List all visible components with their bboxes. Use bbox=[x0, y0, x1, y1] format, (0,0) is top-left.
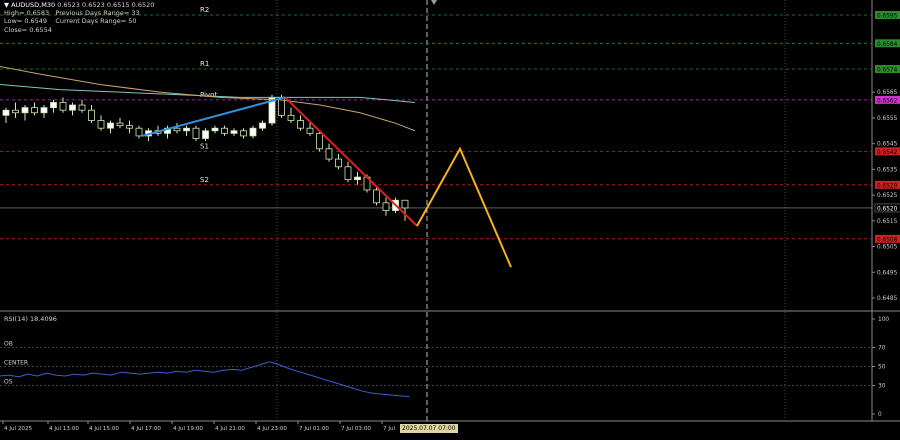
shift-marker-icon[interactable] bbox=[431, 0, 437, 5]
price-level-tag-text: 0.6542 bbox=[877, 150, 898, 156]
time-axis-label: 4 Jul 2025 bbox=[4, 426, 33, 432]
symbol-info-panel: ▼ AUDUSD,M30 0.6523 0.6523 0.6515 0.6520… bbox=[4, 1, 154, 34]
price-tick-label: 0.6545 bbox=[877, 142, 898, 148]
candle-body bbox=[116, 122, 124, 127]
candle-body bbox=[78, 104, 86, 111]
symbol-name: AUDUSD,M30 bbox=[11, 1, 56, 9]
candle-body bbox=[373, 189, 380, 204]
price-tick-label: 0.6505 bbox=[877, 245, 898, 251]
candle-body bbox=[287, 114, 295, 121]
time-axis-label: 4 Jul 23:00 bbox=[257, 426, 287, 432]
candle-body bbox=[259, 122, 266, 129]
candle-body bbox=[88, 109, 95, 121]
rsi-label: RSI(14) 18.4096 bbox=[4, 315, 57, 323]
candle-body bbox=[173, 127, 181, 132]
pivot-level-label: R2 bbox=[200, 6, 209, 14]
price-level-tag-text: 0.6584 bbox=[877, 42, 898, 48]
candle-body bbox=[401, 199, 409, 209]
price-tick-label: 0.6485 bbox=[877, 296, 898, 302]
candle-body bbox=[31, 107, 38, 114]
candle-body bbox=[21, 107, 29, 114]
candle-body bbox=[297, 120, 304, 129]
close-text: Close= 0.6554 bbox=[4, 25, 52, 34]
candle-body bbox=[202, 130, 209, 139]
downtrend-line[interactable] bbox=[284, 96, 418, 227]
price-chart-svg[interactable]: 0.6565 0.6555 0.6545 0.6535 0.6525 0.6515 0.65… bbox=[0, 0, 900, 438]
price-level-tag-text: 0.6508 bbox=[877, 237, 898, 243]
time-axis-label: 4 Jul 13:00 bbox=[49, 426, 79, 432]
price-level-tag-text: 0.6595 bbox=[877, 14, 898, 20]
candle-body bbox=[354, 176, 361, 181]
price-tick-label: 0.6495 bbox=[877, 270, 898, 276]
current-time-tag: 2025.07.07 07:00 bbox=[400, 424, 458, 433]
candle-body bbox=[126, 125, 133, 129]
candle-body bbox=[183, 127, 190, 132]
time-axis-label: 7 Jul 01:00 bbox=[299, 426, 329, 432]
price-tick-label: 0.6565 bbox=[877, 90, 898, 96]
time-axis-label: 4 Jul 21:00 bbox=[215, 426, 245, 432]
rsi-tick-label: 50 bbox=[878, 365, 886, 371]
rsi-level-label: OS bbox=[4, 379, 13, 386]
rsi-tick-label: 0 bbox=[878, 412, 882, 418]
price-tick-label: 0.6535 bbox=[877, 167, 898, 173]
candle-body bbox=[211, 127, 219, 132]
prev-range-text: Previous Days Range= 33 bbox=[55, 9, 140, 18]
candle-body bbox=[107, 122, 114, 129]
chart-window[interactable]: 0.6565 0.6555 0.6545 0.6535 0.6525 0.6515 0.65… bbox=[0, 0, 900, 438]
candle-body bbox=[335, 158, 342, 168]
candle-body bbox=[221, 127, 228, 134]
candle-body bbox=[325, 148, 333, 160]
candle-body bbox=[240, 130, 247, 137]
pivot-level-label: R1 bbox=[200, 60, 209, 68]
candle-body bbox=[249, 127, 257, 137]
candle-body bbox=[12, 109, 19, 114]
candle-body bbox=[50, 102, 57, 109]
time-axis-label: 7 Jul 03:00 bbox=[341, 426, 371, 432]
candle-body bbox=[382, 202, 390, 211]
rsi-level-label: CENTER bbox=[4, 360, 28, 367]
curr-range-text: Current Days Range= 50 bbox=[55, 17, 137, 26]
last-price-tag-text: 0.6520 bbox=[877, 206, 898, 212]
price-level-tag-text: 0.6529 bbox=[877, 183, 898, 189]
low-text: Low= 0.6549 bbox=[4, 17, 48, 26]
candle-body bbox=[97, 120, 105, 129]
time-axis-label: 4 Jul 17:00 bbox=[131, 426, 161, 432]
price-tick-label: 0.6515 bbox=[877, 219, 898, 225]
price-level-tag-text: 0.6574 bbox=[877, 68, 898, 74]
time-axis-label: 4 Jul 19:00 bbox=[173, 426, 203, 432]
pivot-level-label: S1 bbox=[200, 142, 209, 150]
candle-body bbox=[316, 132, 323, 150]
rsi-tick-label: 70 bbox=[878, 346, 886, 352]
price-tick-label: 0.6525 bbox=[877, 193, 898, 199]
candle-body bbox=[135, 127, 143, 137]
candle-body bbox=[40, 107, 48, 114]
rsi-tick-label: 30 bbox=[878, 384, 886, 390]
price-level-tag-text: 0.6562 bbox=[877, 98, 898, 104]
candle-body bbox=[69, 104, 76, 111]
rsi-level-label: OB bbox=[4, 341, 13, 348]
time-axis-label: 4 Jul 15:00 bbox=[89, 426, 119, 432]
time-axis-label: 7 Jul bbox=[383, 426, 396, 432]
candle-body bbox=[192, 127, 200, 139]
pivot-level-label: S2 bbox=[200, 176, 209, 184]
candle-body bbox=[230, 130, 238, 134]
rsi-tick-label: 100 bbox=[878, 317, 889, 323]
candle-body bbox=[2, 109, 10, 116]
candle-body bbox=[306, 127, 314, 134]
pivot-level-label: Pivot bbox=[200, 91, 217, 99]
rsi-line bbox=[0, 361, 410, 397]
candle-body bbox=[344, 166, 352, 181]
candle-body bbox=[59, 102, 67, 111]
price-tick-label: 0.6555 bbox=[877, 116, 898, 122]
ohlc-values: 0.6523 0.6523 0.6515 0.6520 bbox=[57, 1, 155, 9]
high-text: High= 0.6583 bbox=[4, 9, 50, 18]
